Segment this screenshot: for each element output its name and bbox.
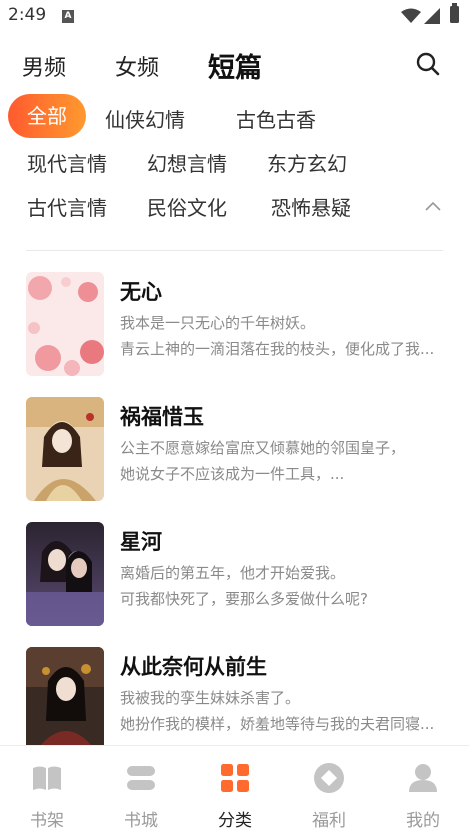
tab-male[interactable]: 男频	[22, 50, 66, 82]
nav-bookstore[interactable]: 书城	[94, 746, 188, 833]
book-description: 我被我的孪生妹妹杀害了。	[120, 689, 301, 707]
nav-label: 书城	[124, 811, 158, 831]
book-item[interactable]: 星河 离婚后的第五年，他才开始爱我。 可我都快死了，要那么多爱做什么呢?	[0, 522, 469, 632]
book-cover-image	[26, 522, 104, 626]
bookstore-icon	[127, 766, 155, 790]
category-chip-fantasy-romance[interactable]: 幻想言情	[147, 148, 227, 177]
book-item[interactable]: 祸福惜玉 公主不愿意嫁给富庶又倾慕她的邻国皇子， 她说女子不应该成为一件工具，.…	[0, 397, 469, 507]
book-cover-image	[26, 397, 104, 501]
book-cover-image	[26, 272, 104, 376]
user-icon	[409, 764, 437, 792]
nav-bookshelf[interactable]: 书架	[0, 746, 94, 833]
grid-icon	[221, 764, 249, 792]
book-description: 我本是一只无心的千年树妖。	[120, 314, 316, 332]
chevron-up-icon[interactable]	[423, 200, 443, 212]
top-tabs: 男频 女频 短篇	[0, 40, 469, 88]
tab-short-story[interactable]: 短篇	[208, 46, 262, 85]
status-time: 2:49	[8, 5, 47, 25]
category-chip-horror-suspense[interactable]: 恐怖悬疑	[271, 192, 351, 221]
category-filter: 全部 仙侠幻情 古色古香 现代言情 幻想言情 东方玄幻 古代言情 民俗文化 恐怖…	[0, 92, 469, 232]
book-description: 可我都快死了，要那么多爱做什么呢?	[120, 590, 368, 608]
tab-female[interactable]: 女频	[115, 50, 159, 82]
category-chip-ancient-romance[interactable]: 古代言情	[27, 192, 107, 221]
category-chip-xianxia[interactable]: 仙侠幻情	[105, 104, 185, 133]
book-item[interactable]: 无心 我本是一只无心的千年树妖。 青云上神的一滴泪落在我的枝头，便化成了我...	[0, 272, 469, 382]
category-chip-modern-romance[interactable]: 现代言情	[27, 148, 107, 177]
signal-icon	[424, 8, 440, 24]
nav-welfare[interactable]: 福利	[282, 746, 376, 833]
notification-a-icon: A	[62, 10, 74, 23]
book-description: 青云上神的一滴泪落在我的枝头，便化成了我...	[120, 340, 435, 358]
nav-label: 我的	[406, 811, 440, 831]
book-description: 离婚后的第五年，他才开始爱我。	[120, 564, 346, 582]
book-title: 星河	[120, 530, 162, 554]
bottom-nav: 书架 书城 分类 福利 我的	[0, 745, 469, 833]
book-description: 她说女子不应该成为一件工具，...	[120, 465, 345, 483]
search-icon[interactable]	[414, 50, 442, 78]
book-description: 她扮作我的模样，娇羞地等待与我的夫君同寝...	[120, 715, 435, 733]
status-bar: 2:49 A	[0, 0, 469, 34]
nav-label: 书架	[30, 811, 64, 831]
battery-icon	[450, 3, 459, 23]
book-title: 无心	[120, 280, 162, 304]
category-chip-ancient-style[interactable]: 古色古香	[236, 104, 316, 133]
book-title: 从此奈何从前生	[120, 655, 267, 679]
book-open-icon	[33, 766, 61, 790]
book-description: 公主不愿意嫁给富庶又倾慕她的邻国皇子，	[120, 439, 406, 457]
divider	[26, 250, 443, 251]
book-cover-image	[26, 647, 104, 745]
category-chip-all[interactable]: 全部	[8, 94, 86, 138]
nav-label: 分类	[218, 811, 252, 831]
category-chip-folklore[interactable]: 民俗文化	[147, 192, 227, 221]
category-chip-eastern-fantasy[interactable]: 东方玄幻	[267, 148, 347, 177]
book-list: 无心 我本是一只无心的千年树妖。 青云上神的一滴泪落在我的枝头，便化成了我...…	[0, 272, 469, 745]
nav-label: 福利	[312, 811, 346, 831]
book-title: 祸福惜玉	[120, 405, 204, 429]
app-screen: 2:49 A 男频 女频 短篇 全部 仙侠幻情 古色古香 现代言情 幻想言情 东…	[0, 0, 469, 833]
nav-profile[interactable]: 我的	[376, 746, 469, 833]
book-item[interactable]: 从此奈何从前生 我被我的孪生妹妹杀害了。 她扮作我的模样，娇羞地等待与我的夫君同…	[0, 647, 469, 745]
nav-category[interactable]: 分类	[188, 746, 282, 833]
gift-diamond-icon	[314, 763, 344, 793]
wifi-icon	[401, 8, 421, 23]
